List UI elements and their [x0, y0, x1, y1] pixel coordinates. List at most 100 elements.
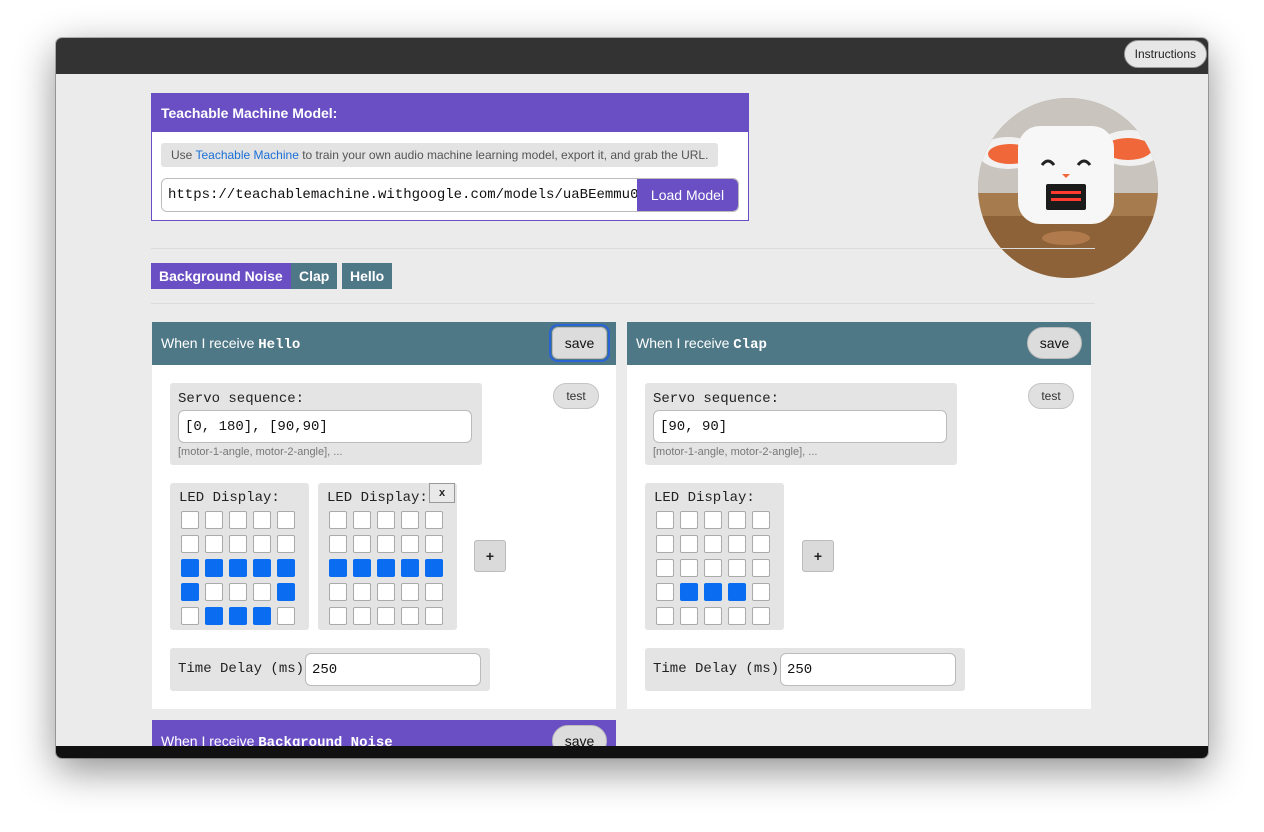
led-cell-off[interactable] — [680, 535, 698, 553]
led-cell-off[interactable] — [229, 535, 247, 553]
led-cell-off[interactable] — [704, 559, 722, 577]
led-cell-on[interactable] — [353, 559, 371, 577]
led-cell-off[interactable] — [656, 583, 674, 601]
tab-clap[interactable]: Clap — [291, 263, 338, 289]
card-header: When I receive Hello — [152, 322, 616, 365]
led-cell-off[interactable] — [752, 583, 770, 601]
time-delay-input[interactable] — [305, 653, 481, 686]
test-button[interactable]: test — [1028, 383, 1074, 409]
led-cell-on[interactable] — [181, 559, 199, 577]
led-cell-off[interactable] — [401, 535, 419, 553]
add-display-button[interactable]: + — [474, 540, 506, 572]
led-cell-off[interactable] — [253, 511, 271, 529]
tab-background-noise[interactable]: Background Noise — [151, 263, 291, 289]
led-cell-off[interactable] — [181, 607, 199, 625]
save-button[interactable]: save — [1027, 327, 1082, 359]
led-cell-off[interactable] — [329, 511, 347, 529]
led-cell-off[interactable] — [425, 535, 443, 553]
led-cell-off[interactable] — [704, 607, 722, 625]
led-cell-off[interactable] — [253, 535, 271, 553]
led-cell-off[interactable] — [377, 607, 395, 625]
led-cell-off[interactable] — [401, 583, 419, 601]
led-cell-off[interactable] — [377, 511, 395, 529]
model-url-input[interactable] — [162, 179, 638, 211]
led-cell-off[interactable] — [277, 607, 295, 625]
led-cell-off[interactable] — [277, 535, 295, 553]
led-cell-off[interactable] — [752, 535, 770, 553]
led-cell-off[interactable] — [680, 607, 698, 625]
servo-sequence-input[interactable] — [178, 410, 472, 443]
led-cell-on[interactable] — [704, 583, 722, 601]
led-cell-off[interactable] — [353, 511, 371, 529]
led-cell-off[interactable] — [728, 511, 746, 529]
led-cell-off[interactable] — [656, 559, 674, 577]
test-button[interactable]: test — [553, 383, 599, 409]
led-cell-on[interactable] — [277, 559, 295, 577]
servo-sequence-label: Servo sequence: — [178, 391, 305, 407]
led-cell-off[interactable] — [181, 511, 199, 529]
led-cell-off[interactable] — [425, 511, 443, 529]
led-grid — [181, 511, 295, 625]
led-grid — [329, 511, 443, 625]
led-cell-off[interactable] — [401, 607, 419, 625]
led-cell-off[interactable] — [425, 607, 443, 625]
led-cell-off[interactable] — [377, 535, 395, 553]
led-cell-off[interactable] — [353, 607, 371, 625]
led-cell-off[interactable] — [253, 583, 271, 601]
led-cell-off[interactable] — [329, 535, 347, 553]
led-cell-on[interactable] — [401, 559, 419, 577]
led-cell-off[interactable] — [752, 511, 770, 529]
save-button[interactable]: save — [549, 324, 610, 362]
led-cell-on[interactable] — [229, 607, 247, 625]
led-cell-off[interactable] — [656, 607, 674, 625]
led-cell-off[interactable] — [205, 535, 223, 553]
led-cell-off[interactable] — [728, 559, 746, 577]
led-display-panel: LED Display: — [645, 483, 784, 630]
led-cell-off[interactable] — [752, 559, 770, 577]
led-cell-off[interactable] — [181, 535, 199, 553]
led-cell-off[interactable] — [752, 607, 770, 625]
led-cell-off[interactable] — [425, 583, 443, 601]
tab-hello[interactable]: Hello — [342, 263, 393, 289]
led-cell-on[interactable] — [181, 583, 199, 601]
led-cell-on[interactable] — [728, 583, 746, 601]
led-cell-off[interactable] — [205, 511, 223, 529]
led-cell-on[interactable] — [253, 559, 271, 577]
instructions-button[interactable]: Instructions — [1123, 40, 1207, 68]
led-cell-off[interactable] — [704, 535, 722, 553]
led-cell-off[interactable] — [401, 511, 419, 529]
led-cell-off[interactable] — [377, 583, 395, 601]
led-cell-off[interactable] — [656, 511, 674, 529]
led-cell-off[interactable] — [229, 511, 247, 529]
led-cell-off[interactable] — [229, 583, 247, 601]
led-cell-off[interactable] — [277, 511, 295, 529]
led-cell-off[interactable] — [728, 535, 746, 553]
led-cell-off[interactable] — [353, 583, 371, 601]
teachable-machine-link[interactable]: Teachable Machine — [195, 148, 298, 162]
led-cell-off[interactable] — [728, 607, 746, 625]
load-model-button[interactable]: Load Model — [637, 179, 738, 211]
led-cell-on[interactable] — [253, 607, 271, 625]
led-cell-on[interactable] — [425, 559, 443, 577]
led-cell-on[interactable] — [277, 583, 295, 601]
led-cell-on[interactable] — [680, 583, 698, 601]
add-display-button[interactable]: + — [802, 540, 834, 572]
model-instructions-note: Use Teachable Machine to train your own … — [161, 143, 719, 167]
led-cell-off[interactable] — [680, 559, 698, 577]
led-cell-off[interactable] — [329, 607, 347, 625]
top-bar: Instructions — [56, 38, 1208, 74]
led-cell-off[interactable] — [680, 511, 698, 529]
servo-sequence-input[interactable] — [653, 410, 947, 443]
led-cell-off[interactable] — [656, 535, 674, 553]
led-cell-off[interactable] — [353, 535, 371, 553]
remove-display-button[interactable]: x — [429, 483, 455, 503]
led-cell-on[interactable] — [229, 559, 247, 577]
led-cell-off[interactable] — [205, 583, 223, 601]
led-cell-off[interactable] — [704, 511, 722, 529]
time-delay-input[interactable] — [780, 653, 956, 686]
led-cell-on[interactable] — [205, 559, 223, 577]
led-cell-on[interactable] — [205, 607, 223, 625]
led-cell-on[interactable] — [377, 559, 395, 577]
led-cell-off[interactable] — [329, 583, 347, 601]
led-cell-on[interactable] — [329, 559, 347, 577]
